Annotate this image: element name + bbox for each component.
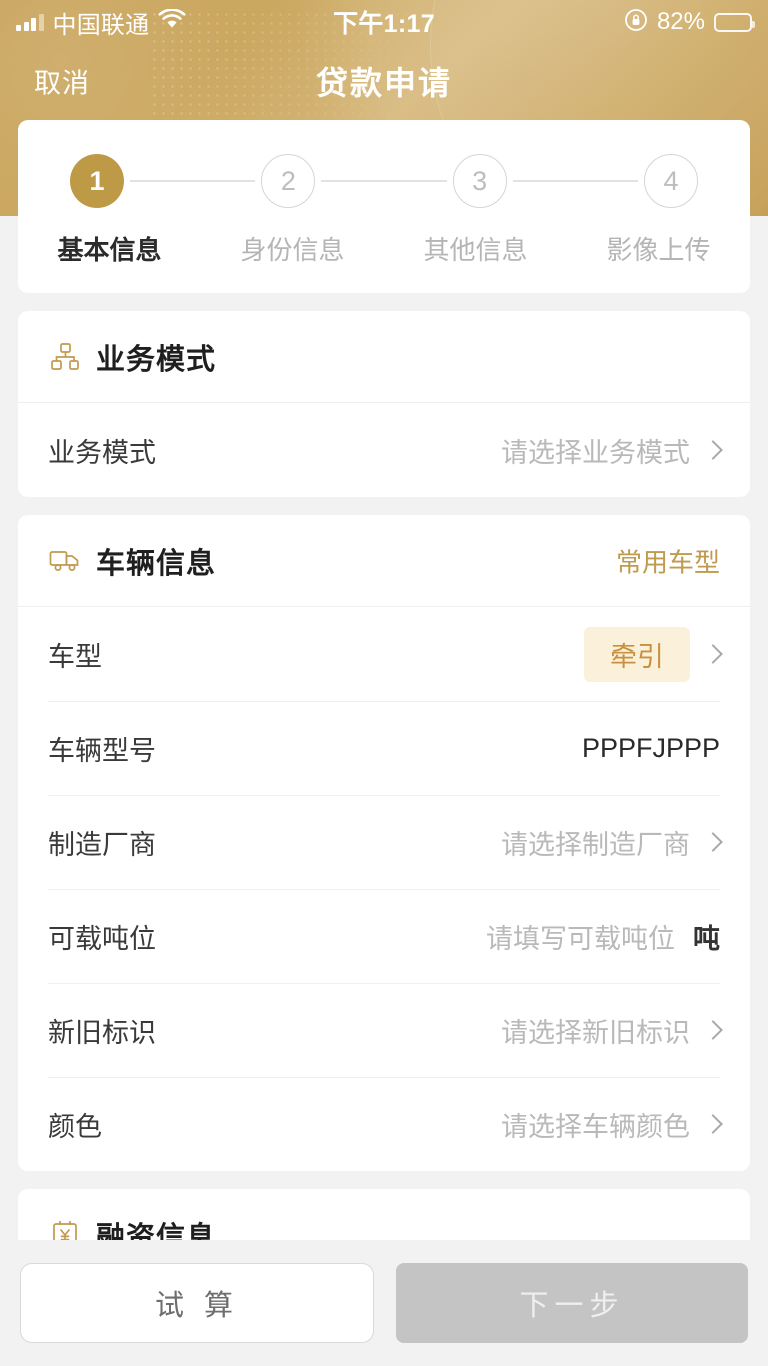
common-vehicle-types-link[interactable]: 常用车型 (616, 542, 720, 579)
row-label-vehicle-model: 车辆型号 (48, 735, 156, 766)
battery-percent-label: 82% (656, 8, 705, 35)
row-right-business-mode: 请选择业务模式 (501, 431, 723, 470)
chevron-right-icon (703, 440, 723, 460)
step-line-3 (512, 180, 638, 182)
step-circle-1[interactable]: 1 (70, 154, 124, 208)
step-label-3: 其他信息 (423, 235, 528, 265)
row-label-color: 颜色 (48, 1111, 102, 1142)
battery-icon (714, 12, 755, 32)
chevron-right-icon (703, 1114, 723, 1134)
row-placeholder-color: 请选择车辆颜色 (501, 1111, 690, 1142)
chevron-right-icon (703, 644, 723, 664)
row-label-vehicle-type: 车型 (48, 641, 102, 672)
step-label-2: 身份信息 (240, 235, 345, 265)
load-tonnage-input[interactable]: 请填写可载吨位 (486, 917, 675, 956)
bottom-action-bar: 试 算 下一步 (0, 1240, 768, 1366)
step-circle-2[interactable]: 2 (261, 154, 316, 208)
section-title-business-mode: 业务模式 (96, 343, 217, 376)
section-header-business-mode: 业务模式 (18, 311, 750, 403)
rotation-lock-icon (624, 8, 648, 37)
hierarchy-icon (48, 340, 82, 374)
next-step-button[interactable]: 下一步 (396, 1263, 748, 1343)
step-circle-4[interactable]: 4 (643, 154, 698, 208)
row-business-mode[interactable]: 业务模式 请选择业务模式 (18, 403, 750, 497)
status-bar: 中国联通 下午1:17 82% (0, 0, 768, 44)
row-condition-flag[interactable]: 新旧标识 请选择新旧标识 (18, 983, 750, 1077)
row-right-vehicle-model: PPPFJPPP (582, 733, 720, 764)
row-right-manufacturer: 请选择制造厂商 (501, 823, 723, 862)
step-label-1: 基本信息 (57, 235, 162, 265)
stepper-labels-row: 基本信息 身份信息 其他信息 影像上传 (18, 230, 750, 267)
row-right-condition-flag: 请选择新旧标识 (501, 1011, 723, 1050)
row-placeholder-condition-flag: 请选择新旧标识 (501, 1017, 690, 1048)
row-placeholder-manufacturer: 请选择制造厂商 (501, 829, 690, 860)
row-label-load-tonnage: 可载吨位 (48, 923, 156, 954)
row-vehicle-model[interactable]: 车辆型号 PPPFJPPP (18, 701, 750, 795)
chevron-right-icon (703, 1020, 723, 1040)
row-label-manufacturer: 制造厂商 (48, 829, 156, 860)
row-color[interactable]: 颜色 请选择车辆颜色 (18, 1077, 750, 1171)
step-label-4: 影像上传 (606, 235, 711, 265)
section-business-mode: 业务模式 业务模式 请选择业务模式 (18, 311, 750, 497)
row-value-vehicle-model: PPPFJPPP (581, 732, 720, 763)
row-right-color: 请选择车辆颜色 (501, 1105, 723, 1144)
row-vehicle-type[interactable]: 车型 牵引 (18, 607, 750, 701)
step-circle-3[interactable]: 3 (452, 154, 507, 208)
row-manufacturer[interactable]: 制造厂商 请选择制造厂商 (18, 795, 750, 889)
row-label-business-mode: 业务模式 (48, 437, 156, 468)
step-line-2 (321, 180, 447, 182)
calculate-button[interactable]: 试 算 (20, 1263, 374, 1343)
page-title: 贷款申请 (315, 65, 452, 101)
row-placeholder-business-mode: 请选择业务模式 (501, 437, 690, 468)
truck-icon (48, 544, 82, 578)
nav-bar: 取消 贷款申请 (0, 50, 768, 112)
stepper: 1 2 3 4 基本信息 身份信息 其他信息 影像上传 (18, 120, 750, 293)
scroll-content[interactable]: 1 2 3 4 基本信息 身份信息 其他信息 影像上传 业务模式 业务模式 请选… (0, 120, 768, 1281)
phone-screen: 中国联通 下午1:17 82% 取消 贷款申请 1 2 3 4 基本信息 身份信… (0, 0, 768, 1366)
stepper-circles-row: 1 2 3 4 (18, 154, 750, 208)
section-vehicle-info: 车辆信息 常用车型 车型 牵引 车辆型号 PPPFJPPP 制造厂商 请选择制造… (18, 515, 750, 1171)
status-bar-right: 82% (624, 8, 755, 37)
chevron-right-icon (703, 832, 723, 852)
row-right-load-tonnage: 请填写可载吨位 吨 (486, 917, 720, 956)
step-line-1 (130, 180, 256, 182)
section-title-vehicle-info: 车辆信息 (96, 547, 217, 580)
section-header-vehicle-info: 车辆信息 常用车型 (18, 515, 750, 607)
load-tonnage-unit: 吨 (693, 923, 720, 954)
vehicle-type-badge[interactable]: 牵引 (584, 626, 690, 682)
row-load-tonnage[interactable]: 可载吨位 请填写可载吨位 吨 (18, 889, 750, 983)
row-label-condition-flag: 新旧标识 (48, 1017, 156, 1048)
row-right-vehicle-type: 牵引 (584, 626, 723, 682)
